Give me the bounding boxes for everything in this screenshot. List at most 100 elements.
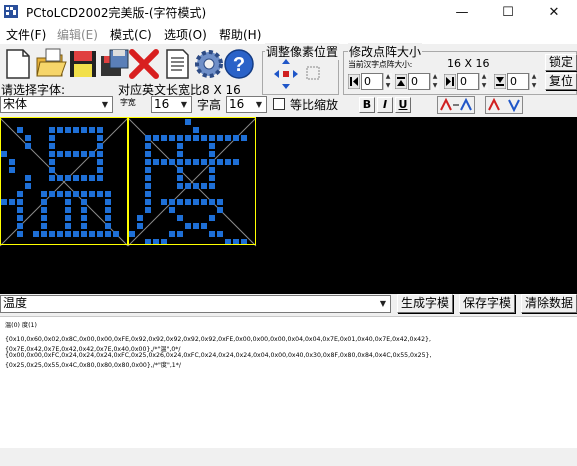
pixel-dot [145, 135, 151, 141]
height-select[interactable]: 16 ▼ [226, 96, 267, 113]
pixel-dot [177, 167, 183, 173]
shrink-right-icon[interactable] [444, 74, 456, 89]
pixel-dot [65, 191, 71, 197]
lattice-spin-4[interactable]: 0 [507, 73, 529, 90]
italic-button[interactable]: I [377, 97, 393, 113]
pixel-dot [145, 183, 151, 189]
pixel-dot [209, 215, 215, 221]
width-select[interactable]: 16 ▼ [151, 96, 192, 113]
text-input-combo[interactable]: 温度 ▼ [0, 295, 391, 313]
menu-help[interactable]: 帮助(H) [219, 26, 261, 43]
pixel-dot [49, 175, 55, 181]
output-line: {0x00,0x00,0xFC,0x24,0x24,0x24,0xFC,0x25… [5, 352, 432, 359]
lattice-spin-3[interactable]: 0 [457, 73, 479, 90]
pixel-dot [65, 127, 71, 133]
menu-options[interactable]: 选项(O) [164, 26, 207, 43]
output-textarea[interactable]: 温(0) 度(1) {0x10,0x60,0x02,0x8C,0x00,0x00… [0, 316, 577, 448]
pixel-dot [161, 199, 167, 205]
lattice-spin-2[interactable]: 0 [408, 73, 430, 90]
menu-mode[interactable]: 模式(C) [110, 26, 152, 43]
pixel-dot [41, 215, 47, 221]
pixel-dot [1, 151, 7, 157]
pixel-move-arrows-icon[interactable] [272, 57, 324, 91]
pixel-dot [9, 199, 15, 205]
dot-matrix-canvas[interactable] [0, 117, 577, 294]
pixel-dot [193, 199, 199, 205]
clear-data-button[interactable]: 清除数据 [521, 294, 577, 313]
pixel-dot [81, 127, 87, 133]
window-title: PCtoLCD2002完美版-(字符模式) [26, 6, 207, 20]
pixel-dot [185, 135, 191, 141]
save-font-button[interactable]: 保存字模 [459, 294, 515, 313]
pixel-dot [17, 215, 23, 221]
minimize-button[interactable]: — [439, 0, 485, 24]
lock-button[interactable]: 锁定 [545, 54, 577, 71]
pixel-dot [137, 215, 143, 221]
pixel-dot [81, 215, 87, 221]
save-disk-icon[interactable] [66, 46, 100, 82]
pixel-dot [105, 199, 111, 205]
open-folder-icon[interactable] [34, 46, 68, 82]
pixel-dot [81, 207, 87, 213]
pixel-dot [97, 151, 103, 157]
pixel-dot [57, 151, 63, 157]
app-chip-icon [4, 5, 18, 18]
bold-button[interactable]: B [359, 97, 375, 113]
status-bar [0, 448, 577, 466]
pixel-dot [65, 215, 71, 221]
pixel-dot [73, 151, 79, 157]
pixel-dot [49, 167, 55, 173]
shrink-bottom-icon[interactable] [494, 74, 506, 89]
font-select[interactable]: 宋体 ▼ [0, 96, 113, 113]
shrink-left-icon[interactable] [348, 74, 360, 89]
shrink-top-icon[interactable] [395, 74, 407, 89]
generate-font-button[interactable]: 生成字模 [397, 294, 453, 313]
mirror-vertical-icon[interactable] [485, 96, 523, 114]
pixel-dot [217, 231, 223, 237]
new-file-icon[interactable] [1, 46, 35, 82]
lattice-spin-2-arrows[interactable]: ▲ ▼ [430, 73, 439, 90]
pixel-dot [33, 231, 39, 237]
height-select-value: 16 [229, 97, 245, 111]
height-label: 字高 [197, 98, 222, 112]
pixel-dot [169, 135, 175, 141]
menu-file[interactable]: 文件(F) [6, 26, 46, 43]
pixel-dot [201, 199, 207, 205]
pixel-dot [209, 199, 215, 205]
pixel-dot [145, 167, 151, 173]
pixel-dot [41, 199, 47, 205]
pixel-dot [17, 199, 23, 205]
pixel-dot [81, 175, 87, 181]
lattice-spin-3-arrows[interactable]: ▲ ▼ [479, 73, 488, 90]
menu-edit[interactable]: 编辑(E) [57, 26, 98, 43]
underline-button[interactable]: U [395, 97, 411, 113]
settings-gear-icon[interactable] [192, 46, 226, 82]
pixel-dot [25, 183, 31, 189]
help-icon[interactable]: ? [222, 46, 256, 82]
lattice-spin-4-arrows[interactable]: ▲ ▼ [529, 73, 538, 90]
pixel-dot [25, 175, 31, 181]
pixel-dot [225, 159, 231, 165]
output-line: {0x25,0x25,0x55,0x4C,0x80,0x80,0x80,0x00… [5, 362, 181, 369]
scale-checkbox[interactable] [273, 98, 285, 110]
lattice-spin-1[interactable]: 0 [361, 73, 383, 90]
pixel-dot [193, 183, 199, 189]
pixel-dot [73, 127, 79, 133]
pixel-dot [177, 151, 183, 157]
pixel-dot [209, 135, 215, 141]
lattice-spin-1-arrows[interactable]: ▲ ▼ [383, 73, 392, 90]
pixel-dot [185, 119, 191, 125]
pixel-dot [105, 215, 111, 221]
pixel-dot [97, 159, 103, 165]
maximize-button[interactable]: ☐ [485, 0, 531, 24]
pixel-dot [65, 207, 71, 213]
close-button[interactable]: ✕ [531, 0, 577, 24]
reset-button[interactable]: 复位 [545, 73, 577, 90]
chevron-down-icon: ▼ [379, 299, 387, 308]
document-icon[interactable] [160, 46, 194, 82]
chevron-down-icon: ▼ [180, 100, 188, 109]
pixel-dot [97, 175, 103, 181]
delete-icon[interactable] [127, 46, 161, 82]
mirror-horizontal-icon[interactable] [437, 96, 475, 114]
chevron-down-icon: ▼ [101, 100, 109, 109]
